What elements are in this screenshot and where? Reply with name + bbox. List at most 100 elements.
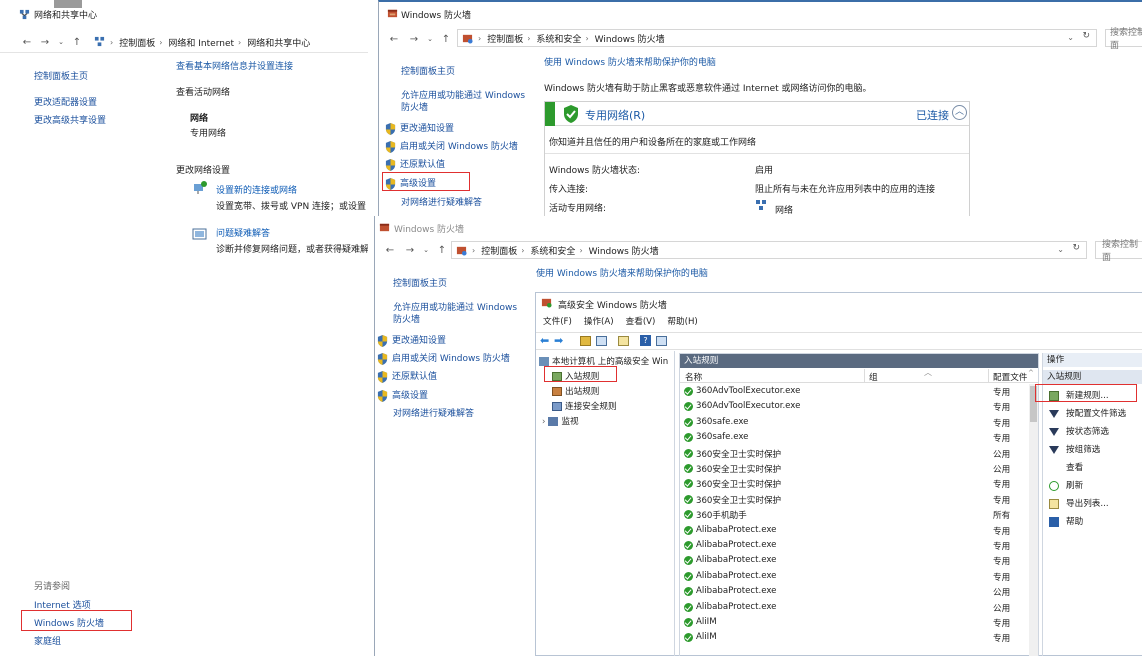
tree-item-outbound[interactable]: 出站规则	[552, 385, 599, 397]
table-row[interactable]: AlibabaProtect.exe 公用	[680, 600, 1028, 615]
folder-up-icon[interactable]	[580, 336, 591, 346]
breadcrumb-item[interactable]: Windows 防火墙	[595, 32, 665, 45]
breadcrumb-item[interactable]: 系统和安全	[530, 244, 575, 257]
rules-pane: 入站规则 名称 组 ︿ 配置文件 ^ 360AdvToolExecutor.ex…	[679, 353, 1039, 656]
action-export[interactable]: 导出列表...	[1049, 497, 1109, 509]
sidebar-item-notify[interactable]: 更改通知设置	[377, 333, 446, 347]
firewall-icon	[387, 9, 398, 18]
sidebar-item-adapter[interactable]: 更改适配器设置	[34, 95, 97, 108]
breadcrumb-item[interactable]: 控制面板	[487, 32, 523, 45]
table-row[interactable]: 360安全卫士实时保护 公用	[680, 461, 1028, 476]
forward-icon[interactable]: ➡	[554, 334, 563, 347]
properties-icon[interactable]	[656, 336, 667, 346]
computer-icon	[539, 357, 549, 366]
troubleshoot-link[interactable]: 问题疑难解答	[216, 226, 270, 239]
sidebar-item-home[interactable]: 控制面板主页	[34, 69, 88, 82]
action-filter-group[interactable]: 按组筛选	[1049, 443, 1100, 455]
up-icon[interactable]: ↑	[70, 37, 84, 48]
sidebar-item-home[interactable]: 控制面板主页	[401, 64, 455, 77]
table-row[interactable]: 360安全卫士实时保护 专用	[680, 476, 1028, 491]
table-row[interactable]: AlibabaProtect.exe 专用	[680, 523, 1028, 538]
back-icon[interactable]: ←	[387, 34, 401, 45]
chevron-down-icon[interactable]: ⌄	[54, 38, 68, 46]
column-name[interactable]: 名称	[685, 371, 702, 383]
forward-icon[interactable]: →	[407, 34, 421, 45]
refresh-icon[interactable]: ↻	[1082, 31, 1090, 41]
sidebar-item-home[interactable]: 控制面板主页	[393, 276, 447, 289]
table-row[interactable]: 360safe.exe 专用	[680, 430, 1028, 445]
column-profile[interactable]: 配置文件	[993, 371, 1031, 383]
see-also-homegroup[interactable]: 家庭组	[34, 634, 61, 647]
sidebar-item-restore[interactable]: 还原默认值	[385, 157, 445, 171]
tree-item-connection[interactable]: 连接安全规则	[552, 400, 617, 412]
up-icon[interactable]: ↑	[435, 245, 449, 256]
table-row[interactable]: AliIM 专用	[680, 630, 1028, 645]
sidebar-item-troubleshoot[interactable]: 对网络进行疑难解答	[401, 195, 482, 208]
table-row[interactable]: 360手机助手 所有	[680, 507, 1028, 522]
menu-view[interactable]: 查看(V)	[626, 315, 656, 331]
collapse-icon[interactable]: ︿	[952, 105, 967, 120]
table-row[interactable]: 360safe.exe 专用	[680, 415, 1028, 430]
status-stripe	[545, 102, 555, 126]
action-label: 帮助	[1066, 517, 1084, 527]
breadcrumb-item[interactable]: 网络和共享中心	[247, 36, 310, 49]
table-row[interactable]: AlibabaProtect.exe 专用	[680, 538, 1028, 553]
up-icon[interactable]: ↑	[439, 34, 453, 45]
vertical-scrollbar[interactable]	[1029, 384, 1038, 656]
table-row[interactable]: AlibabaProtect.exe 专用	[680, 553, 1028, 568]
sidebar-item-troubleshoot[interactable]: 对网络进行疑难解答	[393, 406, 474, 419]
panel-icon[interactable]	[596, 336, 607, 346]
breadcrumb-item[interactable]: 系统和安全	[536, 32, 581, 45]
tree-item-monitor[interactable]: › 监视	[542, 415, 579, 427]
address-bar[interactable]: › 控制面板 › 系统和安全 › Windows 防火墙 ⌄ ↻	[451, 241, 1087, 259]
table-row[interactable]: AlibabaProtect.exe 公用	[680, 584, 1028, 599]
export-icon[interactable]	[618, 336, 629, 346]
sidebar-item-advanced[interactable]: 高级设置	[377, 388, 428, 402]
refresh-icon[interactable]: ↻	[1072, 243, 1080, 253]
breadcrumb-item[interactable]: 控制面板	[481, 244, 517, 257]
chevron-down-icon[interactable]: ⌄	[419, 246, 433, 254]
table-row[interactable]: 360AdvToolExecutor.exe 专用	[680, 399, 1028, 414]
menu-action[interactable]: 操作(A)	[584, 315, 614, 331]
sidebar-item-restore[interactable]: 还原默认值	[377, 369, 437, 383]
chevron-down-icon[interactable]: ⌄	[1057, 245, 1064, 254]
action-refresh[interactable]: 刷新	[1049, 479, 1083, 491]
sidebar-item-notify[interactable]: 更改通知设置	[385, 121, 454, 135]
sidebar-item-toggle[interactable]: 启用或关闭 Windows 防火墙	[385, 139, 518, 153]
table-row[interactable]: 360AdvToolExecutor.exe 专用	[680, 384, 1028, 399]
forward-icon[interactable]: →	[403, 245, 417, 256]
private-network-header[interactable]: 专用网络(R) 已连接 ︿	[545, 102, 969, 126]
table-row[interactable]: AliIM 专用	[680, 615, 1028, 630]
chevron-down-icon[interactable]: ⌄	[423, 35, 437, 43]
back-icon[interactable]: ⬅	[540, 334, 549, 347]
action-filter-profile[interactable]: 按配置文件筛选	[1049, 407, 1126, 419]
sidebar-item-toggle[interactable]: 启用或关闭 Windows 防火墙	[377, 351, 510, 365]
chevron-down-icon[interactable]: ⌄	[1067, 33, 1074, 42]
chevron-right-icon[interactable]: ›	[542, 417, 545, 427]
table-row[interactable]: 360安全卫士实时保护 公用	[680, 446, 1028, 461]
action-help[interactable]: 帮助	[1049, 515, 1083, 527]
table-row[interactable]: 360安全卫士实时保护 专用	[680, 492, 1028, 507]
table-row[interactable]: AlibabaProtect.exe 专用	[680, 569, 1028, 584]
breadcrumb-item[interactable]: Windows 防火墙	[589, 244, 659, 257]
shield-icon	[377, 389, 388, 402]
menu-file[interactable]: 文件(F)	[543, 315, 572, 331]
setup-connection-link[interactable]: 设置新的连接或网络	[216, 183, 297, 196]
address-bar[interactable]: › 控制面板 › 网络和 Internet › 网络和共享中心	[90, 33, 368, 51]
forward-icon[interactable]: →	[38, 37, 52, 48]
column-group[interactable]: 组	[869, 371, 878, 383]
help-icon[interactable]: ?	[640, 335, 651, 346]
breadcrumb-item[interactable]: 网络和 Internet	[168, 36, 234, 49]
action-filter-state[interactable]: 按状态筛选	[1049, 425, 1109, 437]
back-icon[interactable]: ←	[20, 37, 34, 48]
search-input[interactable]: 搜索控制面	[1095, 240, 1142, 263]
sidebar-item-sharing[interactable]: 更改高级共享设置	[34, 113, 106, 126]
search-input[interactable]: 搜索控制面	[1105, 28, 1142, 51]
breadcrumb-item[interactable]: 控制面板	[119, 36, 155, 49]
address-bar[interactable]: › 控制面板 › 系统和安全 › Windows 防火墙 ⌄ ↻	[457, 29, 1097, 47]
back-icon[interactable]: ←	[383, 245, 397, 256]
action-view[interactable]: 查看	[1049, 461, 1083, 473]
menu-help[interactable]: 帮助(H)	[667, 315, 697, 331]
sidebar-item-allow-apps[interactable]: 允许应用或功能通过 Windows 防火墙	[393, 302, 523, 326]
sidebar-item-allow-apps[interactable]: 允许应用或功能通过 Windows 防火墙	[401, 90, 531, 114]
